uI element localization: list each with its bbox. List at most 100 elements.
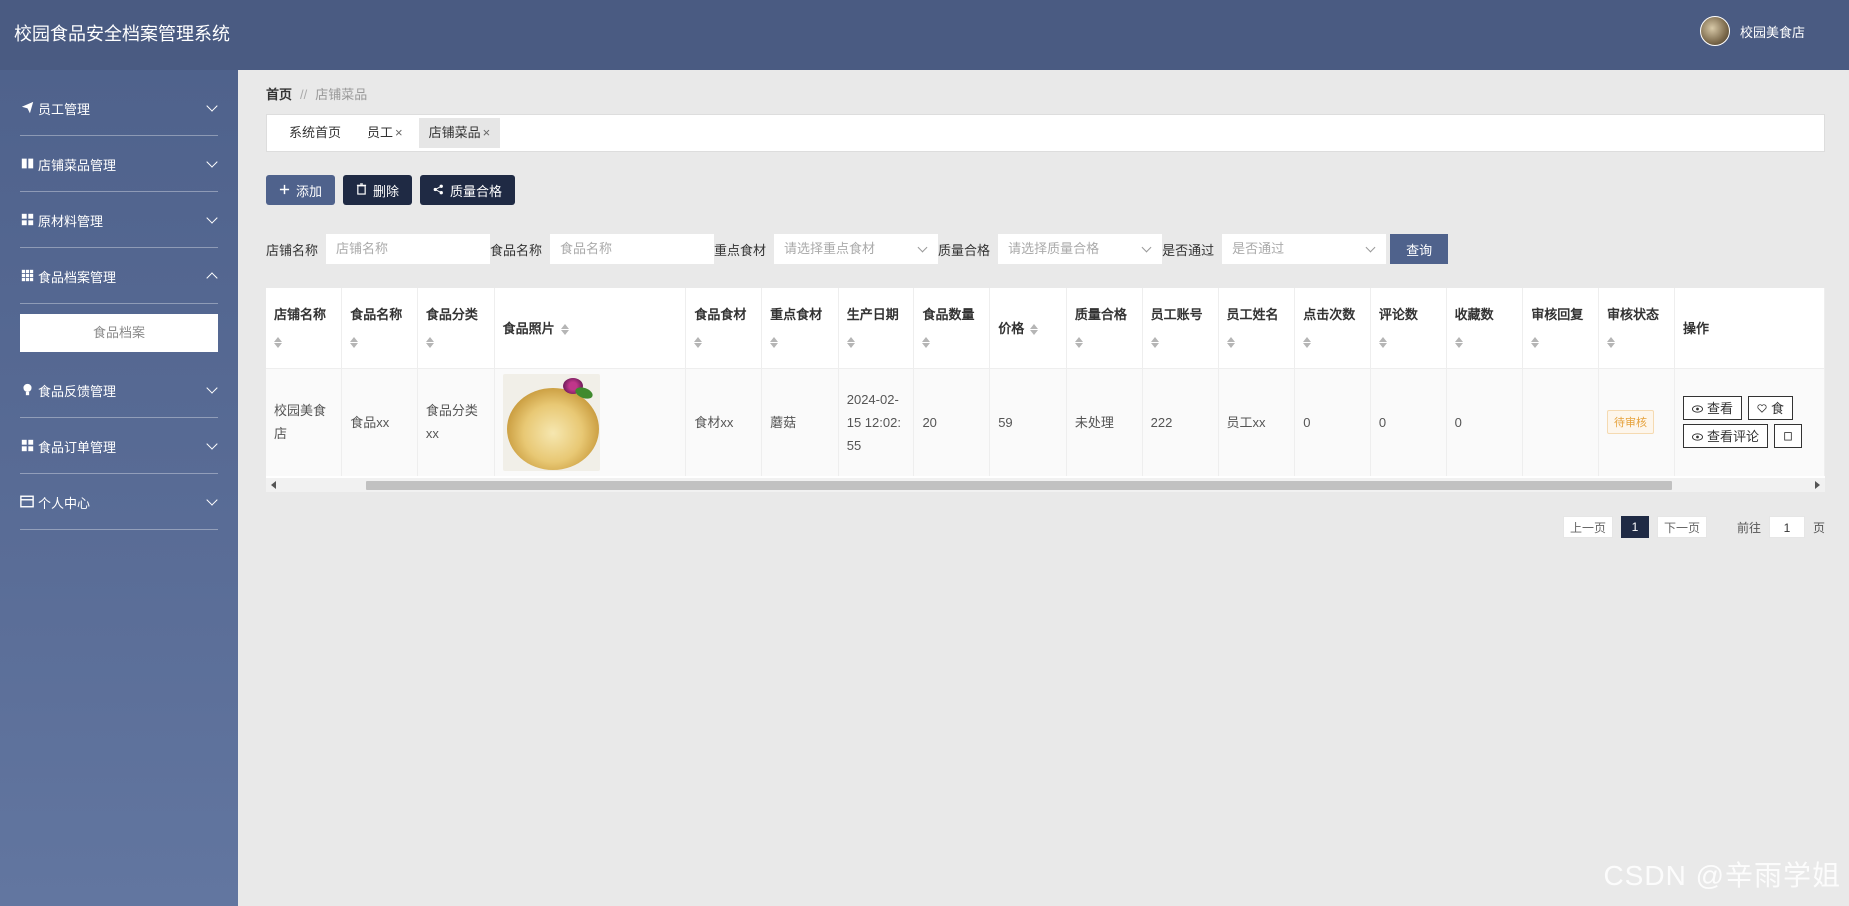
quality-select[interactable]: 请选择质量合格 [998,234,1163,264]
quality-pass-button[interactable]: 质量合格 [420,175,516,205]
eye-icon [1692,425,1704,448]
delete-button[interactable]: 删除 [343,175,413,205]
sidebar-item-food-orders[interactable]: 食品订单管理 [0,418,238,474]
food-button[interactable]: 食 [1748,396,1794,421]
food-name-input[interactable]: 食品名称 [550,234,715,264]
delete-row-button[interactable] [1774,424,1803,449]
sort-icon[interactable] [1030,323,1038,336]
sort-icon[interactable] [1227,337,1235,348]
view-comments-button[interactable]: 查看评论 [1683,424,1769,449]
sidebar-item-label: 原材料管理 [38,213,104,229]
user-name[interactable]: 校园美食店 [1740,22,1805,41]
bulb-icon [20,383,34,397]
column-header-actions: 操作 [1674,288,1825,369]
goto-page-input[interactable]: 1 [1768,516,1805,538]
sort-icon[interactable] [847,337,855,348]
sort-icon[interactable] [1151,337,1159,348]
sidebar-item-label: 食品订单管理 [38,439,117,455]
chevron-down-icon [206,382,218,394]
submenu-item-food-archive[interactable]: 食品档案 [20,314,218,352]
close-icon[interactable]: × [483,125,491,140]
tab-staff[interactable]: 员工 × [357,118,413,148]
sort-icon[interactable] [350,337,358,348]
cell-food: 食品xx [341,368,418,476]
pagination: 上一页 1 下一页 前往 1 页 [1562,516,1825,538]
tab-shop-dishes[interactable]: 店铺菜品 × [418,118,501,148]
page-number-current[interactable]: 1 [1620,516,1649,538]
column-header[interactable]: 食品名称 [341,288,418,369]
cell-account: 222 [1142,368,1219,476]
cell-photo [494,368,687,476]
sidebar-item-label: 店铺菜品管理 [38,157,117,173]
query-button[interactable]: 查询 [1390,234,1449,264]
sort-icon[interactable] [1531,337,1539,348]
column-header[interactable]: 点击次数 [1294,288,1371,369]
tab-label: 员工 [367,125,394,140]
next-page-button[interactable]: 下一页 [1656,516,1707,538]
tab-home[interactable]: 系统首页 [279,118,351,148]
trash-icon [356,182,367,198]
scrollbar-thumb[interactable] [366,481,1672,490]
sort-icon[interactable] [1455,337,1463,348]
column-header[interactable]: 质量合格 [1066,288,1143,369]
sidebar-item-raw-materials[interactable]: 原材料管理 [0,192,238,248]
column-header[interactable]: 重点食材 [761,288,839,369]
column-header[interactable]: 食品食材 [685,288,763,369]
column-header[interactable]: 食品数量 [913,288,991,369]
column-header[interactable]: 生产日期 [838,288,915,369]
cell-shop: 校园美食店 [266,368,343,476]
sidebar-item-food-archive[interactable]: 食品档案管理 [0,248,238,304]
paper-plane-icon [20,101,34,115]
column-header[interactable]: 收藏数 [1446,288,1524,369]
column-header[interactable]: 食品分类 [417,288,495,369]
sort-icon[interactable] [1075,337,1083,348]
column-header[interactable]: 员工账号 [1142,288,1219,369]
horizontal-scrollbar[interactable] [266,478,1825,492]
column-header[interactable]: 价格 [989,288,1067,369]
sort-icon[interactable] [770,337,778,348]
user-menu[interactable]: 校园美食店 [1699,16,1805,46]
breadcrumb-home[interactable]: 首页 [266,87,292,102]
sort-icon[interactable] [1379,337,1387,348]
sort-icon[interactable] [1607,337,1615,348]
pass-label: 是否通过 [1162,242,1215,258]
sidebar-item-staff[interactable]: 员工管理 [0,80,238,136]
sort-icon[interactable] [1303,337,1311,348]
view-button[interactable]: 查看 [1683,396,1743,421]
column-header[interactable]: 评论数 [1370,288,1447,369]
trash-icon [1783,425,1793,448]
eye-icon [1692,397,1704,420]
sidebar-item-shop-dishes[interactable]: 店铺菜品管理 [0,136,238,192]
add-button-label: 添加 [296,183,323,199]
close-icon[interactable]: × [395,125,403,140]
food-photo[interactable] [502,373,600,471]
key-ingredient-select[interactable]: 请选择重点食材 [774,234,939,264]
prev-page-button[interactable]: 上一页 [1562,516,1613,538]
cell-staff: 员工xx [1218,368,1296,476]
column-header[interactable]: 员工姓名 [1218,288,1296,369]
column-header[interactable]: 审核状态 [1598,288,1676,369]
chevron-down-icon [206,100,218,112]
scroll-right-icon[interactable] [1815,481,1820,489]
sidebar-item-food-feedback[interactable]: 食品反馈管理 [0,362,238,418]
column-header[interactable]: 食品照片 [494,288,687,369]
sort-icon[interactable] [426,337,434,348]
sort-icon[interactable] [274,337,282,348]
chevron-down-icon [206,156,218,168]
shop-name-input[interactable]: 店铺名称 [326,234,491,264]
share-icon [433,183,444,198]
tab-label: 系统首页 [289,125,342,140]
pass-select[interactable]: 是否通过 [1222,234,1387,264]
sidebar-item-profile[interactable]: 个人中心 [0,474,238,530]
cell-price: 59 [989,368,1067,476]
column-header[interactable]: 店铺名称 [266,288,343,369]
sort-icon[interactable] [561,323,569,336]
quality-pass-button-label: 质量合格 [450,183,503,199]
sort-icon[interactable] [922,337,930,348]
avatar[interactable] [1699,16,1730,46]
sort-icon[interactable] [694,337,702,348]
scroll-left-icon[interactable] [271,481,276,489]
add-button[interactable]: 添加 [266,175,336,205]
column-header[interactable]: 审核回复 [1522,288,1599,369]
cell-category: 食品分类xx [417,368,495,476]
